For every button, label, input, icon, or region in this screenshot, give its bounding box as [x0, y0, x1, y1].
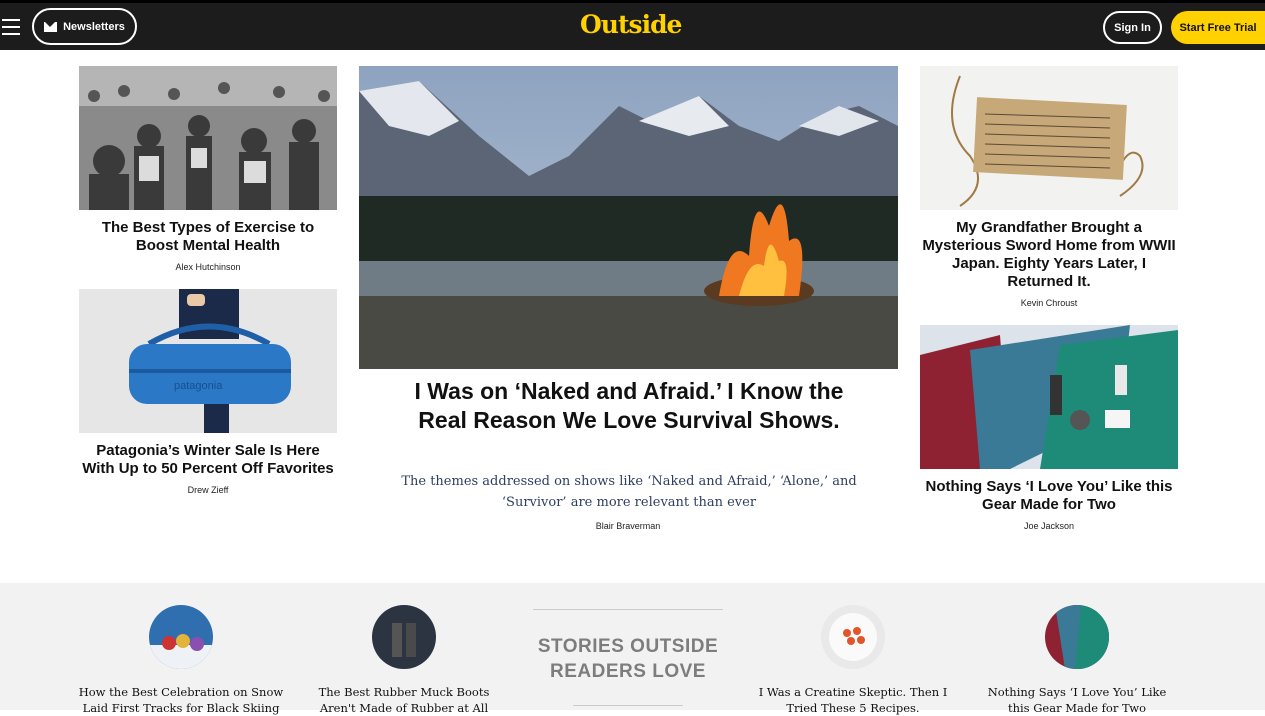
- hero-image[interactable]: [359, 66, 898, 369]
- svg-text:patagonia: patagonia: [174, 380, 223, 392]
- hero-author[interactable]: Blair Braverman: [528, 521, 728, 531]
- article-title[interactable]: Patagonia’s Winter Sale Is Here With Up …: [79, 442, 337, 478]
- sleeping-bag-photo[interactable]: [920, 325, 1178, 469]
- story-item: I Was a Creatine Skeptic. Then I Tried T…: [752, 605, 954, 716]
- article-author[interactable]: Joe Jackson: [920, 521, 1178, 531]
- stories-heading: STORIES OUTSIDE READERS LOVE: [533, 609, 723, 684]
- sign-in-button[interactable]: Sign In: [1103, 11, 1162, 44]
- stories-heading-line2: READERS LOVE: [550, 661, 706, 682]
- campfire-mountains-photo[interactable]: [359, 66, 898, 369]
- menu-icon[interactable]: [2, 19, 20, 35]
- divider: [573, 705, 683, 706]
- stories-heading-line1: STORIES OUTSIDE: [537, 636, 719, 657]
- story-item: Nothing Says ‘I Love You’ Like this Gear…: [978, 605, 1176, 716]
- outside-logo[interactable]: Outside: [580, 10, 682, 39]
- top-navigation-bar: Newsletters Outside Sign In Start Free T…: [0, 0, 1265, 50]
- story-item: How the Best Celebration on Snow Laid Fi…: [72, 605, 290, 716]
- stories-readers-love-section: How the Best Celebration on Snow Laid Fi…: [0, 583, 1265, 715]
- hero-dek: The themes addressed on shows like ‘Nake…: [401, 474, 857, 510]
- story-thumbnail[interactable]: [149, 605, 213, 669]
- article-author[interactable]: Drew Zieff: [79, 485, 337, 495]
- article-card-gear-for-two: Nothing Says ‘I Love You’ Like this Gear…: [920, 325, 1178, 531]
- article-card-exercise: The Best Types of Exercise to Boost Ment…: [79, 66, 337, 272]
- newsletters-label: Newsletters: [63, 20, 125, 33]
- article-card-sword: My Grandfather Brought a Mysterious Swor…: [920, 66, 1178, 308]
- story-title[interactable]: I Was a Creatine Skeptic. Then I Tried T…: [752, 684, 954, 716]
- story-thumbnail[interactable]: [372, 605, 436, 669]
- newsletters-button[interactable]: Newsletters: [32, 8, 137, 45]
- article-title[interactable]: Nothing Says ‘I Love You’ Like this Gear…: [920, 478, 1178, 514]
- article-title[interactable]: The Best Types of Exercise to Boost Ment…: [79, 219, 337, 255]
- wooden-tag-photo[interactable]: [920, 66, 1178, 210]
- article-author[interactable]: Alex Hutchinson: [79, 262, 337, 272]
- story-title[interactable]: The Best Rubber Muck Boots Aren't Made o…: [311, 684, 497, 716]
- article-title[interactable]: My Grandfather Brought a Mysterious Swor…: [920, 219, 1178, 291]
- story-item: The Best Rubber Muck Boots Aren't Made o…: [311, 605, 497, 716]
- story-title[interactable]: Nothing Says ‘I Love You’ Like this Gear…: [978, 684, 1176, 716]
- mail-icon: [44, 21, 58, 32]
- start-free-trial-button[interactable]: Start Free Trial: [1171, 11, 1265, 44]
- story-title[interactable]: How the Best Celebration on Snow Laid Fi…: [72, 684, 290, 716]
- patagonia-duffel-photo[interactable]: patagonia: [79, 289, 337, 433]
- story-thumbnail[interactable]: [821, 605, 885, 669]
- article-author[interactable]: Kevin Chroust: [920, 298, 1178, 308]
- hero-title[interactable]: I Was on ‘Naked and Afraid.’ I Know the …: [410, 377, 848, 435]
- story-thumbnail[interactable]: [1045, 605, 1109, 669]
- marathon-runners-photo[interactable]: [79, 66, 337, 210]
- article-card-patagonia: patagonia Patagonia’s Winter Sale Is Her…: [79, 289, 337, 495]
